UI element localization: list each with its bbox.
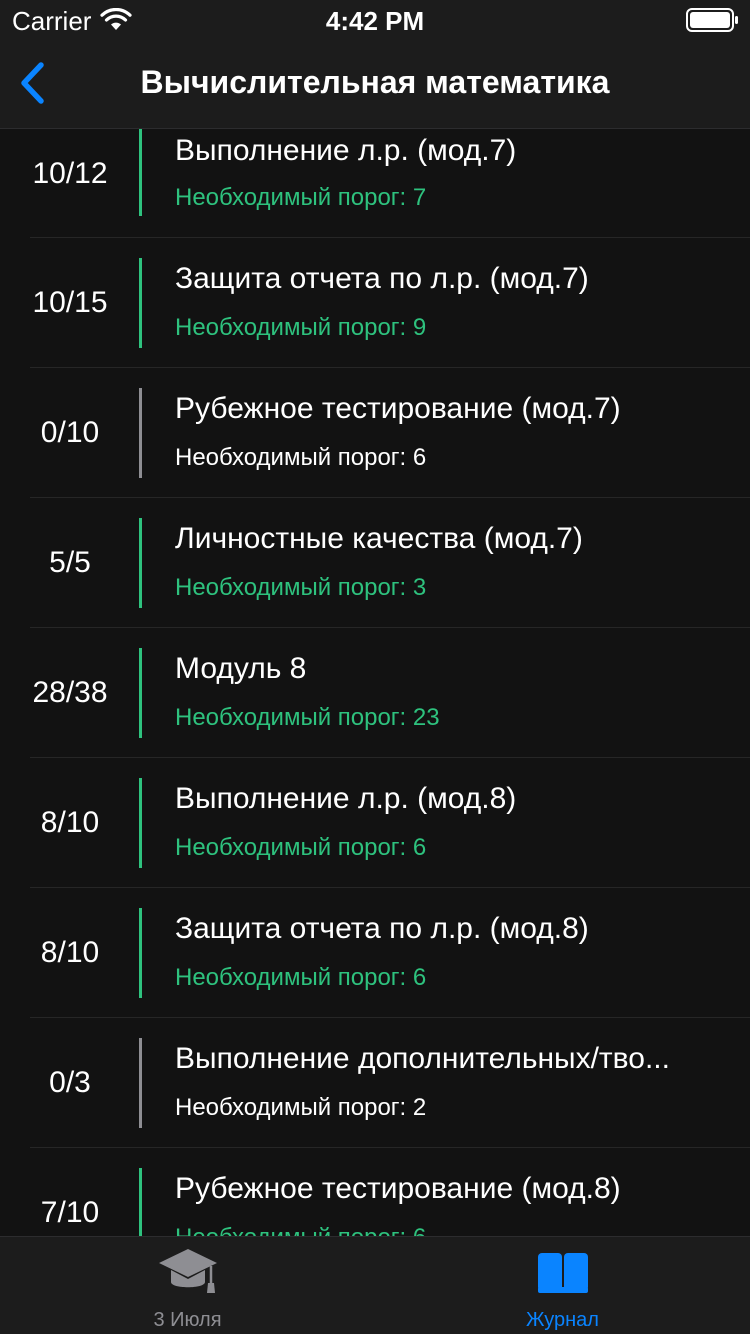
graduation-cap-icon [159,1249,217,1293]
item-title: Выполнение л.р. (мод.7) [175,134,517,167]
book-icon [538,1253,588,1293]
threshold-label: Необходимый порог: 6 [175,444,427,471]
status-bar-indicator [139,778,142,868]
item-title: Рубежное тестирование (мод.7) [175,392,621,425]
status-bar-indicator [139,908,142,998]
grades-list[interactable]: 10/12 Выполнение л.р. (мод.7) Необходимы… [0,129,750,1236]
chevron-left-icon [21,62,44,104]
item-title: Личностные качества (мод.7) [175,522,583,555]
threshold-label: Необходимый порог: 23 [175,704,440,731]
status-bar: Carrier 4:42 PM [0,0,750,40]
status-bar-indicator [139,648,142,738]
threshold-label: Необходимый порог: 6 [175,1224,426,1236]
list-item[interactable]: 0/10 Рубежное тестирование (мод.7) Необх… [0,368,750,498]
status-bar-indicator [139,258,142,348]
tab-bar: 3 Июля Журнал [0,1236,750,1334]
score-label: 8/10 [40,936,100,969]
item-title: Защита отчета по л.р. (мод.8) [175,912,589,945]
threshold-label: Необходимый порог: 2 [175,1094,427,1121]
status-time: 4:42 PM [325,6,425,36]
list-item[interactable]: 5/5 Личностные качества (мод.7) Необходи… [0,498,750,628]
list-item[interactable]: 0/3 Выполнение дополнительных/тво... Нео… [0,1018,750,1148]
item-title: Рубежное тестирование (мод.8) [175,1172,621,1205]
navigation-bar: Вычислительная математика [0,40,750,129]
tab-schedule[interactable]: 3 Июля [0,1237,375,1334]
tab-label: Журнал [526,1309,599,1331]
threshold-label: Необходимый порог: 7 [175,184,427,211]
score-label: 10/12 [32,157,108,190]
score-label: 7/10 [40,1196,100,1229]
list-item[interactable]: 10/15 Защита отчета по л.р. (мод.7) Необ… [0,238,750,368]
list-item[interactable]: 8/10 Защита отчета по л.р. (мод.8) Необх… [0,888,750,1018]
score-label: 8/10 [40,806,100,839]
tab-label: 3 Июля [153,1309,222,1331]
battery-icon [686,8,738,32]
status-bar-indicator [139,1038,142,1128]
threshold-label: Необходимый порог: 3 [175,574,427,601]
status-bar-indicator [139,388,142,478]
score-label: 5/5 [49,546,91,579]
status-bar-indicator [139,1168,142,1236]
list-item[interactable]: 7/10 Рубежное тестирование (мод.8) Необх… [0,1148,750,1236]
list-item[interactable]: 10/12 Выполнение л.р. (мод.7) Необходимы… [0,129,750,238]
screen: Carrier 4:42 PM Вычислительная математик… [0,0,750,1334]
back-button[interactable] [10,58,60,108]
threshold-label: Необходимый порог: 6 [175,964,427,991]
item-title: Модуль 8 [175,652,307,685]
page-title: Вычислительная математика [140,64,610,100]
item-title: Защита отчета по л.р. (мод.7) [175,262,589,295]
threshold-label: Необходимый порог: 9 [175,314,427,341]
score-label: 0/10 [40,416,100,449]
score-label: 10/15 [32,286,108,319]
list-item[interactable]: 28/38 Модуль 8 Необходимый порог: 23 [0,628,750,758]
status-bar-indicator [139,518,142,608]
score-label: 28/38 [32,676,108,709]
list-item[interactable]: 8/10 Выполнение л.р. (мод.8) Необходимый… [0,758,750,888]
item-title: Выполнение л.р. (мод.8) [175,782,517,815]
tab-journal[interactable]: Журнал [375,1237,750,1334]
status-bar-indicator [139,129,142,216]
threshold-label: Необходимый порог: 6 [175,834,427,861]
score-label: 0/3 [49,1066,91,1099]
item-title: Выполнение дополнительных/тво... [175,1042,670,1075]
